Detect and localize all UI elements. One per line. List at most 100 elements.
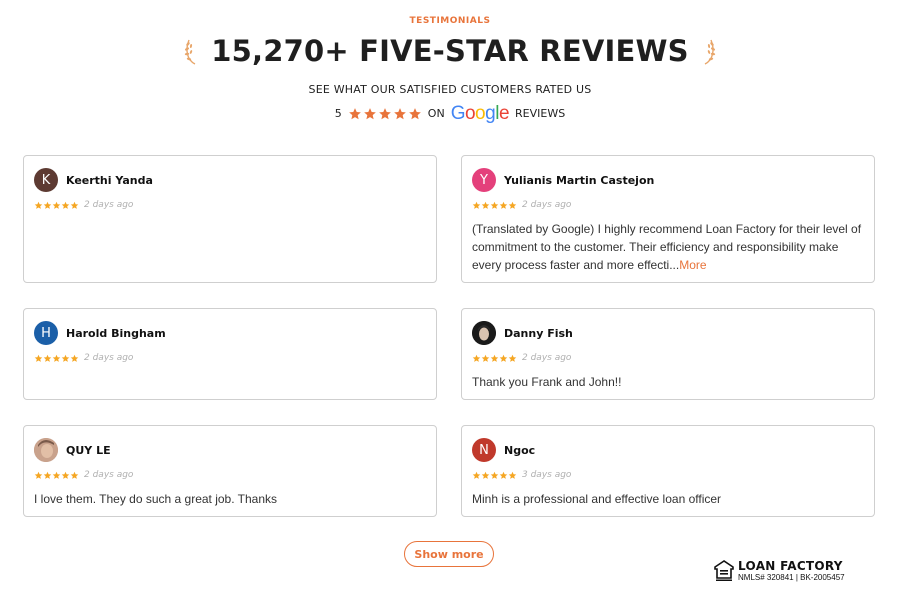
equal-housing-lender-icon <box>714 560 734 581</box>
star-icon <box>408 107 421 119</box>
star-icon <box>34 201 43 209</box>
more-link[interactable]: More <box>679 258 706 272</box>
review-stars <box>472 201 517 210</box>
rating-score: 5 <box>334 107 342 120</box>
rating-stars <box>348 107 422 121</box>
person-photo-icon <box>472 321 496 345</box>
review-card: N Ngoc 3 days ago Minh is a professional… <box>461 425 875 517</box>
reviewer-name: Danny Fish <box>504 326 573 340</box>
review-time: 2 days ago <box>84 200 134 210</box>
google-logo-letter: G <box>450 103 466 124</box>
star-icon <box>43 201 52 209</box>
reviewer-name: QUY LE <box>66 443 111 457</box>
star-icon <box>499 471 508 479</box>
reviewer-name: Keerthi Yanda <box>66 173 153 187</box>
overall-rating: 5 ON Google REVIEWS <box>0 104 900 123</box>
review-time: 3 days ago <box>522 470 572 480</box>
star-icon <box>43 354 52 362</box>
star-icon <box>499 201 508 209</box>
review-time: 2 days ago <box>522 353 572 363</box>
star-icon <box>393 107 406 119</box>
rating-on-label: ON <box>427 107 445 120</box>
star-icon <box>61 201 70 209</box>
review-time: 2 days ago <box>522 200 572 210</box>
star-icon <box>61 471 70 479</box>
review-stars <box>34 354 79 363</box>
review-body: Minh is a professional and effective loa… <box>472 492 722 506</box>
star-icon <box>481 354 490 362</box>
star-icon <box>472 471 481 479</box>
laurel-right-icon <box>704 39 715 65</box>
review-card: K Keerthi Yanda 2 days ago <box>23 155 437 283</box>
star-icon <box>481 201 490 209</box>
review-text: Minh is a professional and effective loa… <box>472 490 864 508</box>
google-logo-letter: g <box>485 103 496 124</box>
star-icon <box>34 471 43 479</box>
star-icon <box>52 354 61 362</box>
reviewer-name: Harold Bingham <box>66 326 166 340</box>
review-text: I love them. They do such a great job. T… <box>34 490 426 508</box>
show-more-button[interactable]: Show more <box>404 541 494 567</box>
review-text: Thank you Frank and John!! <box>472 373 864 391</box>
headline-row: 15,270+ FIVE-STAR REVIEWS <box>0 34 900 68</box>
avatar-initial: Y <box>480 172 488 188</box>
loan-factory-logo: LOAN FACTORY <box>738 559 843 573</box>
avatar: Y <box>472 168 496 192</box>
avatar: K <box>34 168 58 192</box>
rating-suffix: REVIEWS <box>515 107 566 120</box>
avatar-photo <box>472 321 496 345</box>
review-time: 2 days ago <box>84 470 134 480</box>
star-icon <box>70 471 79 479</box>
star-icon <box>490 201 499 209</box>
review-stars <box>34 471 79 480</box>
star-icon <box>508 201 517 209</box>
avatar: N <box>472 438 496 462</box>
google-logo: Google <box>450 103 510 124</box>
star-icon <box>70 201 79 209</box>
star-icon <box>490 354 499 362</box>
star-icon <box>472 201 481 209</box>
star-icon <box>52 471 61 479</box>
laurel-left-icon <box>185 39 196 65</box>
reviewer-name: Yulianis Martin Castejon <box>504 173 655 187</box>
google-logo-letter: o <box>464 103 476 124</box>
review-stars <box>472 354 517 363</box>
star-icon <box>52 201 61 209</box>
avatar-photo <box>34 438 58 462</box>
review-stars <box>472 471 517 480</box>
review-card: Danny Fish 2 days ago Thank you Frank an… <box>461 308 875 400</box>
review-stars <box>34 201 79 210</box>
avatar-initial: H <box>41 325 51 341</box>
page-title: 15,270+ FIVE-STAR REVIEWS <box>211 34 689 68</box>
review-body: (Translated by Google) I highly recommen… <box>472 222 862 272</box>
star-icon <box>472 354 481 362</box>
star-icon <box>499 354 508 362</box>
star-icon <box>508 354 517 362</box>
review-time: 2 days ago <box>84 353 134 363</box>
avatar-initial: N <box>479 442 489 458</box>
star-icon <box>61 354 70 362</box>
star-icon <box>481 471 490 479</box>
loan-factory-badge[interactable]: LOAN FACTORY NMLS# 320841 | BK-2005457 <box>714 559 845 583</box>
google-logo-letter: o <box>475 103 486 124</box>
avatar: H <box>34 321 58 345</box>
nmls-number: NMLS# 320841 | BK-2005457 <box>738 573 845 582</box>
review-card: Y Yulianis Martin Castejon 2 days ago (T… <box>461 155 875 283</box>
person-photo-icon <box>34 438 58 462</box>
review-body: I love them. They do such a great job. T… <box>34 492 278 506</box>
star-icon <box>34 354 43 362</box>
google-logo-letter: e <box>498 103 510 124</box>
star-icon <box>378 107 391 119</box>
star-icon <box>490 471 499 479</box>
star-icon <box>508 471 517 479</box>
star-icon <box>43 471 52 479</box>
review-card: H Harold Bingham 2 days ago <box>23 308 437 400</box>
avatar-initial: K <box>41 172 51 188</box>
review-body: Thank you Frank and John!! <box>472 375 622 389</box>
star-icon <box>70 354 79 362</box>
section-eyebrow: TESTIMONIALS <box>409 16 491 26</box>
reviewer-name: Ngoc <box>504 443 536 457</box>
review-card: QUY LE 2 days ago I love them. They do s… <box>23 425 437 517</box>
section-subhead: SEE WHAT OUR SATISFIED CUSTOMERS RATED U… <box>308 83 592 96</box>
star-icon <box>348 107 361 119</box>
